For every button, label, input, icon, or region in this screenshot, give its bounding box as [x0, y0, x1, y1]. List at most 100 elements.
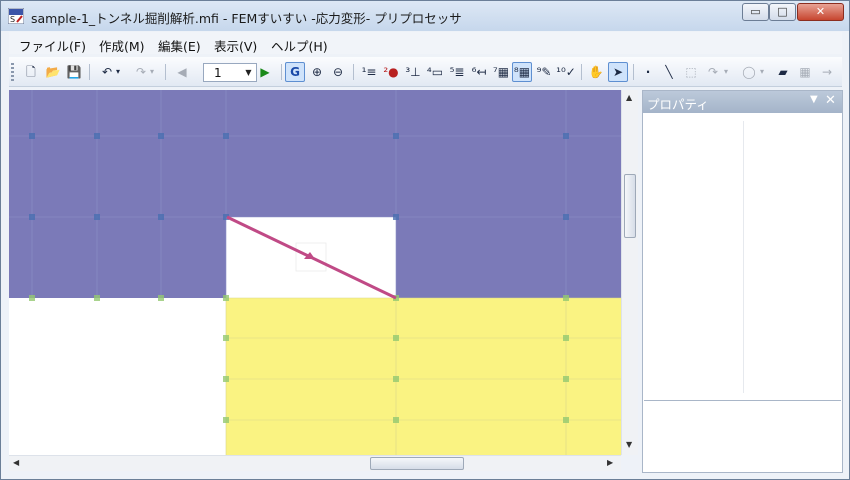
- mesh-node[interactable]: [158, 133, 164, 139]
- paint-tool-icon[interactable]: ▰: [773, 62, 793, 82]
- pan-hand-icon[interactable]: ✋: [586, 62, 606, 82]
- polygon-dropdown-icon[interactable]: ▾: [757, 62, 767, 82]
- grid-toggle-icon[interactable]: G: [285, 62, 305, 82]
- polygon-tool-icon[interactable]: ◯: [739, 62, 759, 82]
- fem-model-view[interactable]: [9, 90, 621, 455]
- step-4-icon[interactable]: ⁴▭: [425, 62, 445, 82]
- mesh-node[interactable]: [223, 335, 229, 341]
- menu-file[interactable]: ファイル(F): [19, 36, 86, 55]
- menu-create[interactable]: 作成(M): [99, 36, 145, 55]
- minimize-button[interactable]: ▭: [742, 3, 769, 21]
- zoom-in-icon[interactable]: ⊕: [307, 62, 327, 82]
- menu-bar: ファイル(F) 作成(M) 編集(E) 表示(V) ヘルプ(H): [9, 32, 842, 54]
- toolbar-separator: [353, 64, 354, 80]
- mesh-node[interactable]: [563, 133, 569, 139]
- toolbar-separator: [89, 64, 90, 80]
- point-tool-icon[interactable]: ·: [638, 62, 658, 82]
- arc-dropdown-icon[interactable]: ▾: [721, 62, 731, 82]
- mesh-node[interactable]: [158, 295, 164, 301]
- page-select-value: 1: [214, 66, 222, 80]
- mesh-node[interactable]: [563, 335, 569, 341]
- scroll-down-icon[interactable]: ▼: [626, 440, 632, 449]
- svg-text:S: S: [10, 15, 15, 24]
- chevron-down-icon[interactable]: ▼: [242, 65, 255, 80]
- maximize-button[interactable]: □: [769, 3, 796, 21]
- scroll-right-icon[interactable]: ▶: [607, 458, 613, 467]
- properties-header: プロパティ ▼ ✕: [643, 91, 842, 113]
- menu-help[interactable]: ヘルプ(H): [271, 36, 328, 55]
- undo-dropdown-icon[interactable]: ▾: [113, 62, 123, 82]
- horizontal-scroll-thumb[interactable]: [370, 457, 464, 470]
- redo-dropdown-icon[interactable]: ▾: [147, 62, 157, 82]
- app-logo-icon: S: [8, 8, 24, 24]
- mesh-node[interactable]: [223, 417, 229, 423]
- open-folder-icon[interactable]: 📂: [43, 62, 63, 82]
- main-toolbar: 🗋 📂 💾 ↶ ▾ ↷ ▾ ◀ 1 ▼ ▶ G ⊕ ⊖ ¹≡ ²● ³⊥ ⁴▭ …: [9, 57, 842, 87]
- step-2-icon[interactable]: ²●: [381, 62, 401, 82]
- app-window: S sample-1_トンネル掘削解析.mfi - FEMすいすい -応力変形-…: [0, 0, 850, 480]
- scroll-up-icon[interactable]: ▲: [626, 93, 632, 102]
- mesh-node[interactable]: [563, 295, 569, 301]
- toolbar-separator: [281, 64, 282, 80]
- scroll-left-icon[interactable]: ◀: [13, 458, 19, 467]
- title-bar[interactable]: S sample-1_トンネル掘削解析.mfi - FEMすいすい -応力変形-…: [1, 1, 849, 31]
- mesh-node[interactable]: [223, 295, 229, 301]
- page-select[interactable]: 1 ▼: [203, 63, 257, 82]
- mesh-node[interactable]: [393, 133, 399, 139]
- arc-tool-icon[interactable]: ↷: [703, 62, 723, 82]
- horizontal-scrollbar[interactable]: ◀ ▶: [9, 455, 621, 471]
- mesh-node[interactable]: [563, 376, 569, 382]
- panel-close-icon[interactable]: ✕: [825, 93, 836, 108]
- model-canvas[interactable]: [9, 90, 621, 455]
- mesh-node[interactable]: [158, 214, 164, 220]
- step-6-icon[interactable]: ⁶↤: [469, 62, 489, 82]
- go-icon[interactable]: →: [817, 62, 837, 82]
- window-title: sample-1_トンネル掘削解析.mfi - FEMすいすい -応力変形- プ…: [31, 11, 462, 26]
- toolbar-separator: [633, 64, 634, 80]
- properties-description-area: [644, 400, 841, 472]
- rectangle-tool-icon[interactable]: ⬚: [681, 62, 701, 82]
- lower-soil-layer[interactable]: [226, 298, 621, 455]
- mesh-node[interactable]: [94, 214, 100, 220]
- step-1-icon[interactable]: ¹≡: [359, 62, 379, 82]
- next-page-icon[interactable]: ▶: [255, 62, 275, 82]
- mesh-node[interactable]: [393, 376, 399, 382]
- menu-view[interactable]: 表示(V): [214, 36, 257, 55]
- vertical-scroll-thumb[interactable]: [624, 174, 636, 238]
- step-8-icon[interactable]: ⁸▦: [512, 62, 532, 82]
- prev-page-icon[interactable]: ◀: [172, 62, 192, 82]
- line-tool-icon[interactable]: ╲: [659, 62, 679, 82]
- save-icon[interactable]: 💾: [64, 62, 84, 82]
- step-5-icon[interactable]: ⁵≣: [447, 62, 467, 82]
- menu-edit[interactable]: 編集(E): [158, 36, 201, 55]
- step-7-icon[interactable]: ⁷▦: [491, 62, 511, 82]
- step-3-icon[interactable]: ³⊥: [403, 62, 423, 82]
- mesh-node[interactable]: [393, 335, 399, 341]
- mesh-node[interactable]: [223, 376, 229, 382]
- mesh-node[interactable]: [94, 133, 100, 139]
- mesh-node[interactable]: [563, 214, 569, 220]
- mesh-node[interactable]: [563, 417, 569, 423]
- properties-column-divider[interactable]: [743, 121, 744, 393]
- close-button[interactable]: ✕: [797, 3, 844, 21]
- step-10-icon[interactable]: ¹⁰✓: [556, 62, 576, 82]
- mesh-node[interactable]: [223, 133, 229, 139]
- vertical-scrollbar[interactable]: ▲ ▼: [621, 90, 638, 455]
- mesh-node[interactable]: [94, 295, 100, 301]
- select-pointer-icon[interactable]: ➤: [608, 62, 628, 82]
- properties-panel: プロパティ ▼ ✕: [642, 90, 843, 473]
- toolbar-separator: [165, 64, 166, 80]
- mesh-tool-icon[interactable]: ▦: [795, 62, 815, 82]
- mesh-node[interactable]: [29, 133, 35, 139]
- new-file-icon[interactable]: 🗋: [21, 62, 41, 82]
- zoom-out-icon[interactable]: ⊖: [328, 62, 348, 82]
- mesh-node[interactable]: [29, 295, 35, 301]
- step-9-icon[interactable]: ⁹✎: [534, 62, 554, 82]
- mesh-node[interactable]: [393, 214, 399, 220]
- mesh-node[interactable]: [29, 214, 35, 220]
- toolbar-separator: [581, 64, 582, 80]
- toolbar-grip[interactable]: [11, 63, 14, 81]
- mesh-node[interactable]: [393, 417, 399, 423]
- properties-title: プロパティ: [647, 97, 709, 112]
- panel-menu-icon[interactable]: ▼: [810, 94, 818, 105]
